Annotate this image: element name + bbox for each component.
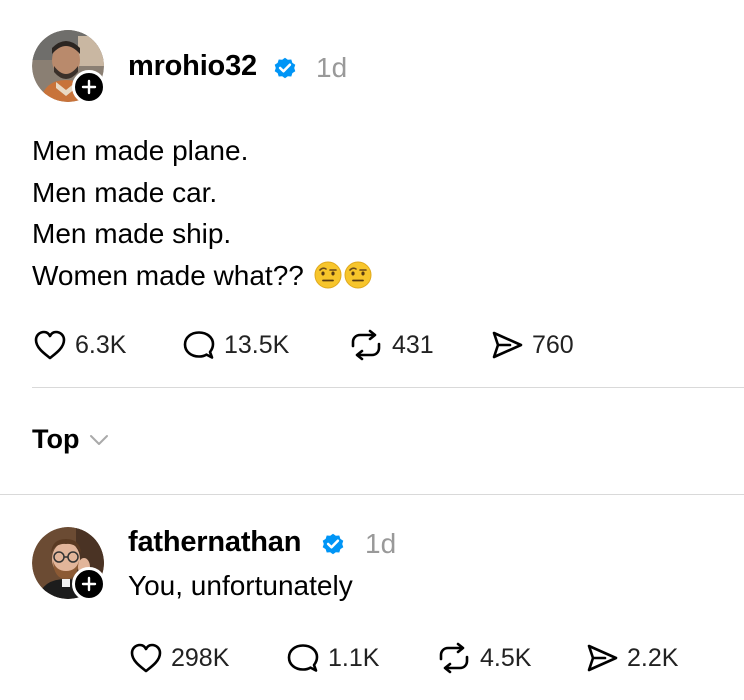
like-count: 6.3K [75,330,127,359]
comment-icon [287,644,319,672]
verified-badge-icon [274,57,296,79]
post-timestamp: 1d [316,52,348,83]
reply-timestamp: 1d [365,528,397,559]
post-text: Men made plane. Men made car. Men made s… [32,130,372,296]
raised-eyebrow-emoji-icon [314,261,342,288]
sort-dropdown[interactable]: Top [32,424,109,455]
post-text-line: Men made ship. [32,218,232,249]
share-button[interactable]: 2.2K [585,642,678,674]
reply-button[interactable]: 1.1K [286,642,379,674]
heart-icon [130,643,162,673]
plus-icon [81,79,97,95]
reply-count: 1.1K [328,643,380,672]
follow-button[interactable] [72,70,106,104]
post-text-line: Men made plane. [32,135,249,166]
like-button[interactable]: 298K [129,642,229,674]
repost-count: 431 [392,330,434,359]
send-icon [492,331,523,359]
share-count: 760 [532,330,574,359]
like-count: 298K [171,643,230,672]
send-icon [587,644,618,672]
divider [0,494,744,495]
post-author-username[interactable]: mrohio32 [128,50,257,83]
comment-icon [183,331,215,359]
reply-button[interactable]: 13.5K [182,329,289,361]
reply-count: 13.5K [224,330,290,359]
repost-button[interactable]: 431 [348,329,434,361]
plus-icon [81,576,97,592]
reply-text: You, unfortunately [128,570,353,601]
raised-eyebrow-emoji-icon [344,261,372,288]
share-button[interactable]: 760 [490,329,574,361]
post-author-avatar[interactable] [32,30,106,104]
sort-label: Top [32,424,80,454]
reply-author-avatar[interactable] [32,527,106,601]
post-text-line-with-emoji: Women made what?? [32,255,372,297]
chevron-down-icon [90,434,109,445]
share-count: 2.2K [627,643,679,672]
heart-icon [34,330,66,360]
follow-button[interactable] [72,567,106,601]
repost-count: 4.5K [480,643,532,672]
repost-icon [351,329,381,361]
reply-author-username[interactable]: fathernathan [128,526,301,559]
repost-button[interactable]: 4.5K [436,642,531,674]
verified-badge-icon [322,533,344,555]
like-button[interactable]: 6.3K [33,329,126,361]
post-text-line: Men made car. [32,176,218,208]
post-text-line: Women made what?? [32,259,304,291]
repost-icon [439,642,469,674]
divider [32,387,744,388]
